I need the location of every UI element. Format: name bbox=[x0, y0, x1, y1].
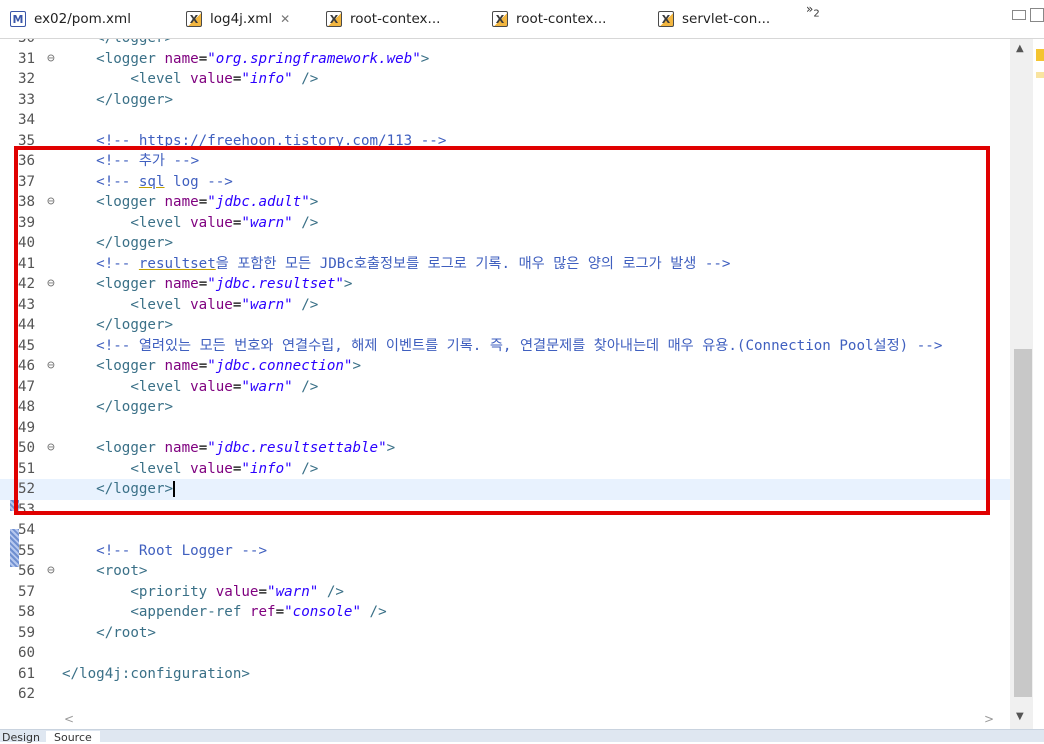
tab-label: servlet-con... bbox=[682, 11, 771, 27]
tab-design[interactable]: Design bbox=[2, 731, 40, 744]
tab-label: root-contex... bbox=[516, 11, 607, 27]
line-number: 54 bbox=[18, 522, 36, 538]
code-line[interactable]: 59 </root> bbox=[0, 623, 1010, 644]
tab-2[interactable]: Xlog4j.xml ✕ bbox=[186, 0, 291, 38]
overview-ruler[interactable] bbox=[1033, 39, 1044, 729]
line-number: 58 bbox=[18, 604, 36, 620]
code-line[interactable]: 55 <!-- Root Logger --> bbox=[0, 541, 1010, 562]
xml-file-icon: X bbox=[186, 11, 202, 27]
code-line[interactable]: 56 ⊖ <root> bbox=[0, 561, 1010, 582]
code-text: </log4j:configuration> bbox=[62, 665, 250, 682]
line-number: 32 bbox=[18, 71, 36, 87]
scroll-right-icon[interactable]: > bbox=[984, 712, 994, 726]
editor-mode-tabs: Design Source bbox=[0, 729, 1044, 744]
code-text: </root> bbox=[96, 624, 156, 641]
code-text: </logger> bbox=[96, 91, 174, 108]
tab-label: log4j.xml bbox=[210, 11, 273, 27]
tab-1[interactable]: Mex02/pom.xml bbox=[10, 0, 131, 38]
tab-label: root-contex... bbox=[350, 11, 441, 27]
code-text: <priority value="warn" /> bbox=[130, 583, 344, 600]
close-tab-icon[interactable]: ✕ bbox=[280, 12, 290, 26]
xml-file-icon: X bbox=[492, 11, 508, 27]
warning-marker[interactable] bbox=[1036, 72, 1044, 78]
scroll-up-icon[interactable]: ▲ bbox=[1016, 43, 1024, 54]
code-line[interactable]: 62 bbox=[0, 684, 1010, 705]
horizontal-scrollbar[interactable]: < > bbox=[62, 710, 1010, 729]
line-number: 34 bbox=[18, 112, 36, 128]
tab-3[interactable]: Xroot-contex... bbox=[326, 0, 440, 38]
tab-4[interactable]: Xroot-contex... bbox=[492, 0, 606, 38]
tab-source[interactable]: Source bbox=[46, 731, 100, 744]
code-line[interactable]: 32 <level value="info" /> bbox=[0, 69, 1010, 90]
code-text: <appender-ref ref="console" /> bbox=[130, 604, 387, 620]
code-line[interactable]: 58 <appender-ref ref="console" /> bbox=[0, 602, 1010, 623]
scroll-down-icon[interactable]: ▼ bbox=[1016, 711, 1024, 722]
line-number: 62 bbox=[18, 686, 36, 702]
warning-marker[interactable] bbox=[1036, 49, 1044, 61]
code-line[interactable]: 34 bbox=[0, 110, 1010, 131]
fold-icon[interactable]: ⊖ bbox=[47, 49, 55, 70]
line-number: 30 bbox=[18, 39, 62, 49]
fold-icon[interactable]: ⊖ bbox=[47, 561, 55, 582]
xml-file-icon: X bbox=[658, 11, 674, 27]
vertical-scrollbar[interactable]: ▲ ▼ bbox=[1010, 39, 1033, 729]
minimize-icon[interactable] bbox=[1012, 10, 1026, 20]
code-line[interactable]: 54 bbox=[0, 520, 1010, 541]
line-number: 55 bbox=[18, 542, 36, 559]
code-line[interactable]: 33 </logger> bbox=[0, 90, 1010, 111]
code-text: <level value="info" /> bbox=[130, 71, 319, 87]
line-number: 33 bbox=[18, 91, 36, 108]
line-number: 60 bbox=[18, 645, 36, 661]
code-line[interactable]: 30 </logger> bbox=[0, 39, 1010, 49]
code-line[interactable]: 57 <priority value="warn" /> bbox=[0, 582, 1010, 603]
maven-file-icon: M bbox=[10, 11, 26, 27]
line-number: 56 bbox=[18, 563, 36, 579]
code-text: <root> bbox=[96, 563, 148, 579]
code-line[interactable]: 61 </log4j:configuration> bbox=[0, 664, 1010, 685]
tab-label: ex02/pom.xml bbox=[34, 11, 131, 27]
annotation-highlight-box bbox=[14, 146, 990, 515]
line-number: 59 bbox=[18, 624, 36, 641]
code-text: <!-- Root Logger --> bbox=[96, 542, 268, 559]
scroll-left-icon[interactable]: < bbox=[64, 712, 74, 726]
scrollbar-thumb[interactable] bbox=[1014, 349, 1032, 697]
maximize-icon[interactable] bbox=[1030, 8, 1044, 22]
code-text: <logger name="org.springframework.web"> bbox=[96, 50, 430, 67]
xml-file-icon: X bbox=[326, 11, 342, 27]
line-number: 61 bbox=[18, 665, 36, 682]
line-number: 31 bbox=[18, 50, 36, 67]
line-number: 57 bbox=[18, 583, 36, 600]
editor-tab-bar: Mex02/pom.xml Xlog4j.xml ✕ Xroot-contex... X… bbox=[0, 0, 1044, 39]
code-text: </logger> bbox=[62, 39, 173, 49]
tab-5[interactable]: Xservlet-con... bbox=[658, 0, 770, 38]
code-line[interactable]: 31 ⊖ <logger name="org.springframework.we… bbox=[0, 49, 1010, 70]
code-line[interactable]: 60 bbox=[0, 643, 1010, 664]
tab-overflow-indicator[interactable]: »2 bbox=[806, 2, 820, 19]
